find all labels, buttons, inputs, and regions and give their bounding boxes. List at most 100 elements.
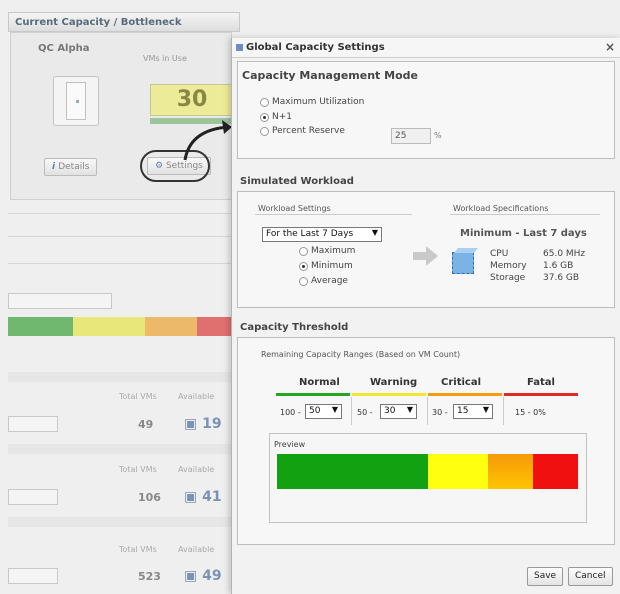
save-button[interactable]: Save xyxy=(527,567,564,586)
total-vms-value: 523 xyxy=(138,570,161,583)
close-icon[interactable]: × xyxy=(605,40,615,54)
storage-label: Storage xyxy=(490,273,526,283)
capacity-threshold-heading: Capacity Threshold xyxy=(240,322,349,333)
row-separator xyxy=(8,517,240,527)
preview-label: Preview xyxy=(274,440,306,449)
percent-reserve-input[interactable]: 25 xyxy=(391,128,431,144)
callout-arrow xyxy=(183,120,232,161)
level-warning-label: Warning xyxy=(370,377,418,388)
critical-prefix: 30 - xyxy=(432,408,448,417)
divider xyxy=(8,263,240,264)
available-label: Available xyxy=(178,392,215,401)
radio-button[interactable] xyxy=(260,97,269,107)
preview-fatal xyxy=(533,454,578,489)
radio-button[interactable] xyxy=(299,276,308,286)
radio-percent-reserve[interactable]: Percent Reserve xyxy=(260,126,345,136)
chevron-down-icon: ▼ xyxy=(371,228,378,237)
preview-normal xyxy=(277,454,428,489)
arrow-right-icon xyxy=(413,246,438,266)
row-slider xyxy=(8,568,58,584)
radio-label: Minimum xyxy=(311,261,353,271)
memory-value: 1.6 GB xyxy=(543,261,574,271)
warning-threshold-select[interactable]: 30 ▼ xyxy=(380,404,417,419)
row-separator xyxy=(8,444,240,454)
radio-label: Maximum Utilization xyxy=(272,97,365,107)
period-value: For the Last 7 Days xyxy=(266,229,354,239)
radio-button[interactable] xyxy=(260,126,269,136)
slider-track xyxy=(8,293,112,309)
preview-warning xyxy=(428,454,488,489)
divider xyxy=(351,397,352,425)
workload-cube-top xyxy=(453,248,479,253)
level-warning-bar xyxy=(352,393,426,396)
dialog-titlebar: Global Capacity Settings × xyxy=(232,38,620,58)
total-vms-label: Total VMs xyxy=(119,465,157,474)
total-vms-value: 49 xyxy=(138,418,154,431)
chevron-down-icon: ▼ xyxy=(331,405,338,414)
available-count: 19 xyxy=(202,416,222,432)
radio-minimum[interactable]: Minimum xyxy=(299,261,353,271)
color-band-normal xyxy=(8,317,73,336)
level-normal-bar xyxy=(276,393,350,396)
warning-prefix: 50 - xyxy=(357,408,373,417)
chevron-down-icon: ▼ xyxy=(406,405,413,414)
level-critical-label: Critical xyxy=(441,377,482,388)
divider xyxy=(255,214,412,215)
radio-button[interactable] xyxy=(260,112,269,122)
row-separator xyxy=(8,372,240,382)
cancel-button[interactable]: Cancel xyxy=(568,567,613,586)
dialog-icon xyxy=(236,44,243,51)
radio-label: N+1 xyxy=(272,112,292,122)
radio-label: Average xyxy=(311,276,348,286)
chevron-down-icon: ▼ xyxy=(482,405,489,414)
cpu-value: 65.0 MHz xyxy=(543,249,586,259)
radio-label: Maximum xyxy=(311,246,356,256)
radio-button[interactable] xyxy=(299,246,308,256)
available-label: Available xyxy=(178,465,215,474)
period-select[interactable]: For the Last 7 Days ▼ xyxy=(262,227,382,242)
available-value: ▣ 41 xyxy=(184,489,222,505)
divider xyxy=(503,397,504,425)
divider xyxy=(427,397,428,425)
capacity-mode-heading: Capacity Management Mode xyxy=(242,69,418,82)
total-vms-label: Total VMs xyxy=(119,545,157,554)
radio-label: Percent Reserve xyxy=(272,126,345,136)
divider xyxy=(8,236,240,237)
vm-icon: ▣ xyxy=(184,568,203,584)
radio-button[interactable] xyxy=(299,261,308,271)
vm-icon: ▣ xyxy=(184,489,203,505)
critical-threshold-select[interactable]: 15 ▼ xyxy=(453,404,493,419)
percent-unit: % xyxy=(434,131,442,140)
radio-maximum-utilization[interactable]: Maximum Utilization xyxy=(260,97,364,107)
level-fatal-label: Fatal xyxy=(527,377,555,388)
color-band-critical xyxy=(145,317,197,336)
available-count: 41 xyxy=(202,489,222,505)
select-value: 50 xyxy=(309,406,321,416)
normal-threshold-select[interactable]: 50 ▼ xyxy=(305,404,342,419)
workload-spec-title: Minimum - Last 7 days xyxy=(460,228,587,239)
level-fatal-bar xyxy=(504,393,578,396)
radio-n-plus-1[interactable]: N+1 xyxy=(260,112,292,122)
divider xyxy=(450,214,600,215)
workload-specs-label: Workload Specifications xyxy=(453,204,549,213)
preview-critical xyxy=(488,454,533,489)
normal-prefix: 100 - xyxy=(280,408,301,417)
workload-cube-icon xyxy=(452,252,474,274)
memory-label: Memory xyxy=(490,261,527,271)
simulated-workload-heading: Simulated Workload xyxy=(240,176,354,187)
select-value: 30 xyxy=(384,406,396,416)
color-band-warning xyxy=(73,317,145,336)
total-vms-label: Total VMs xyxy=(119,392,157,401)
row-slider xyxy=(8,489,58,505)
available-label: Available xyxy=(178,545,215,554)
level-critical-bar xyxy=(428,393,502,396)
ranges-label: Remaining Capacity Ranges (Based on VM C… xyxy=(261,350,461,359)
level-normal-label: Normal xyxy=(299,377,340,388)
fatal-range: 15 - 0% xyxy=(515,408,546,417)
radio-maximum[interactable]: Maximum xyxy=(299,246,355,256)
vm-icon: ▣ xyxy=(184,416,203,432)
available-value: ▣ 49 xyxy=(184,568,222,584)
divider xyxy=(8,213,240,214)
available-count: 49 xyxy=(202,568,222,584)
radio-average[interactable]: Average xyxy=(299,276,348,286)
